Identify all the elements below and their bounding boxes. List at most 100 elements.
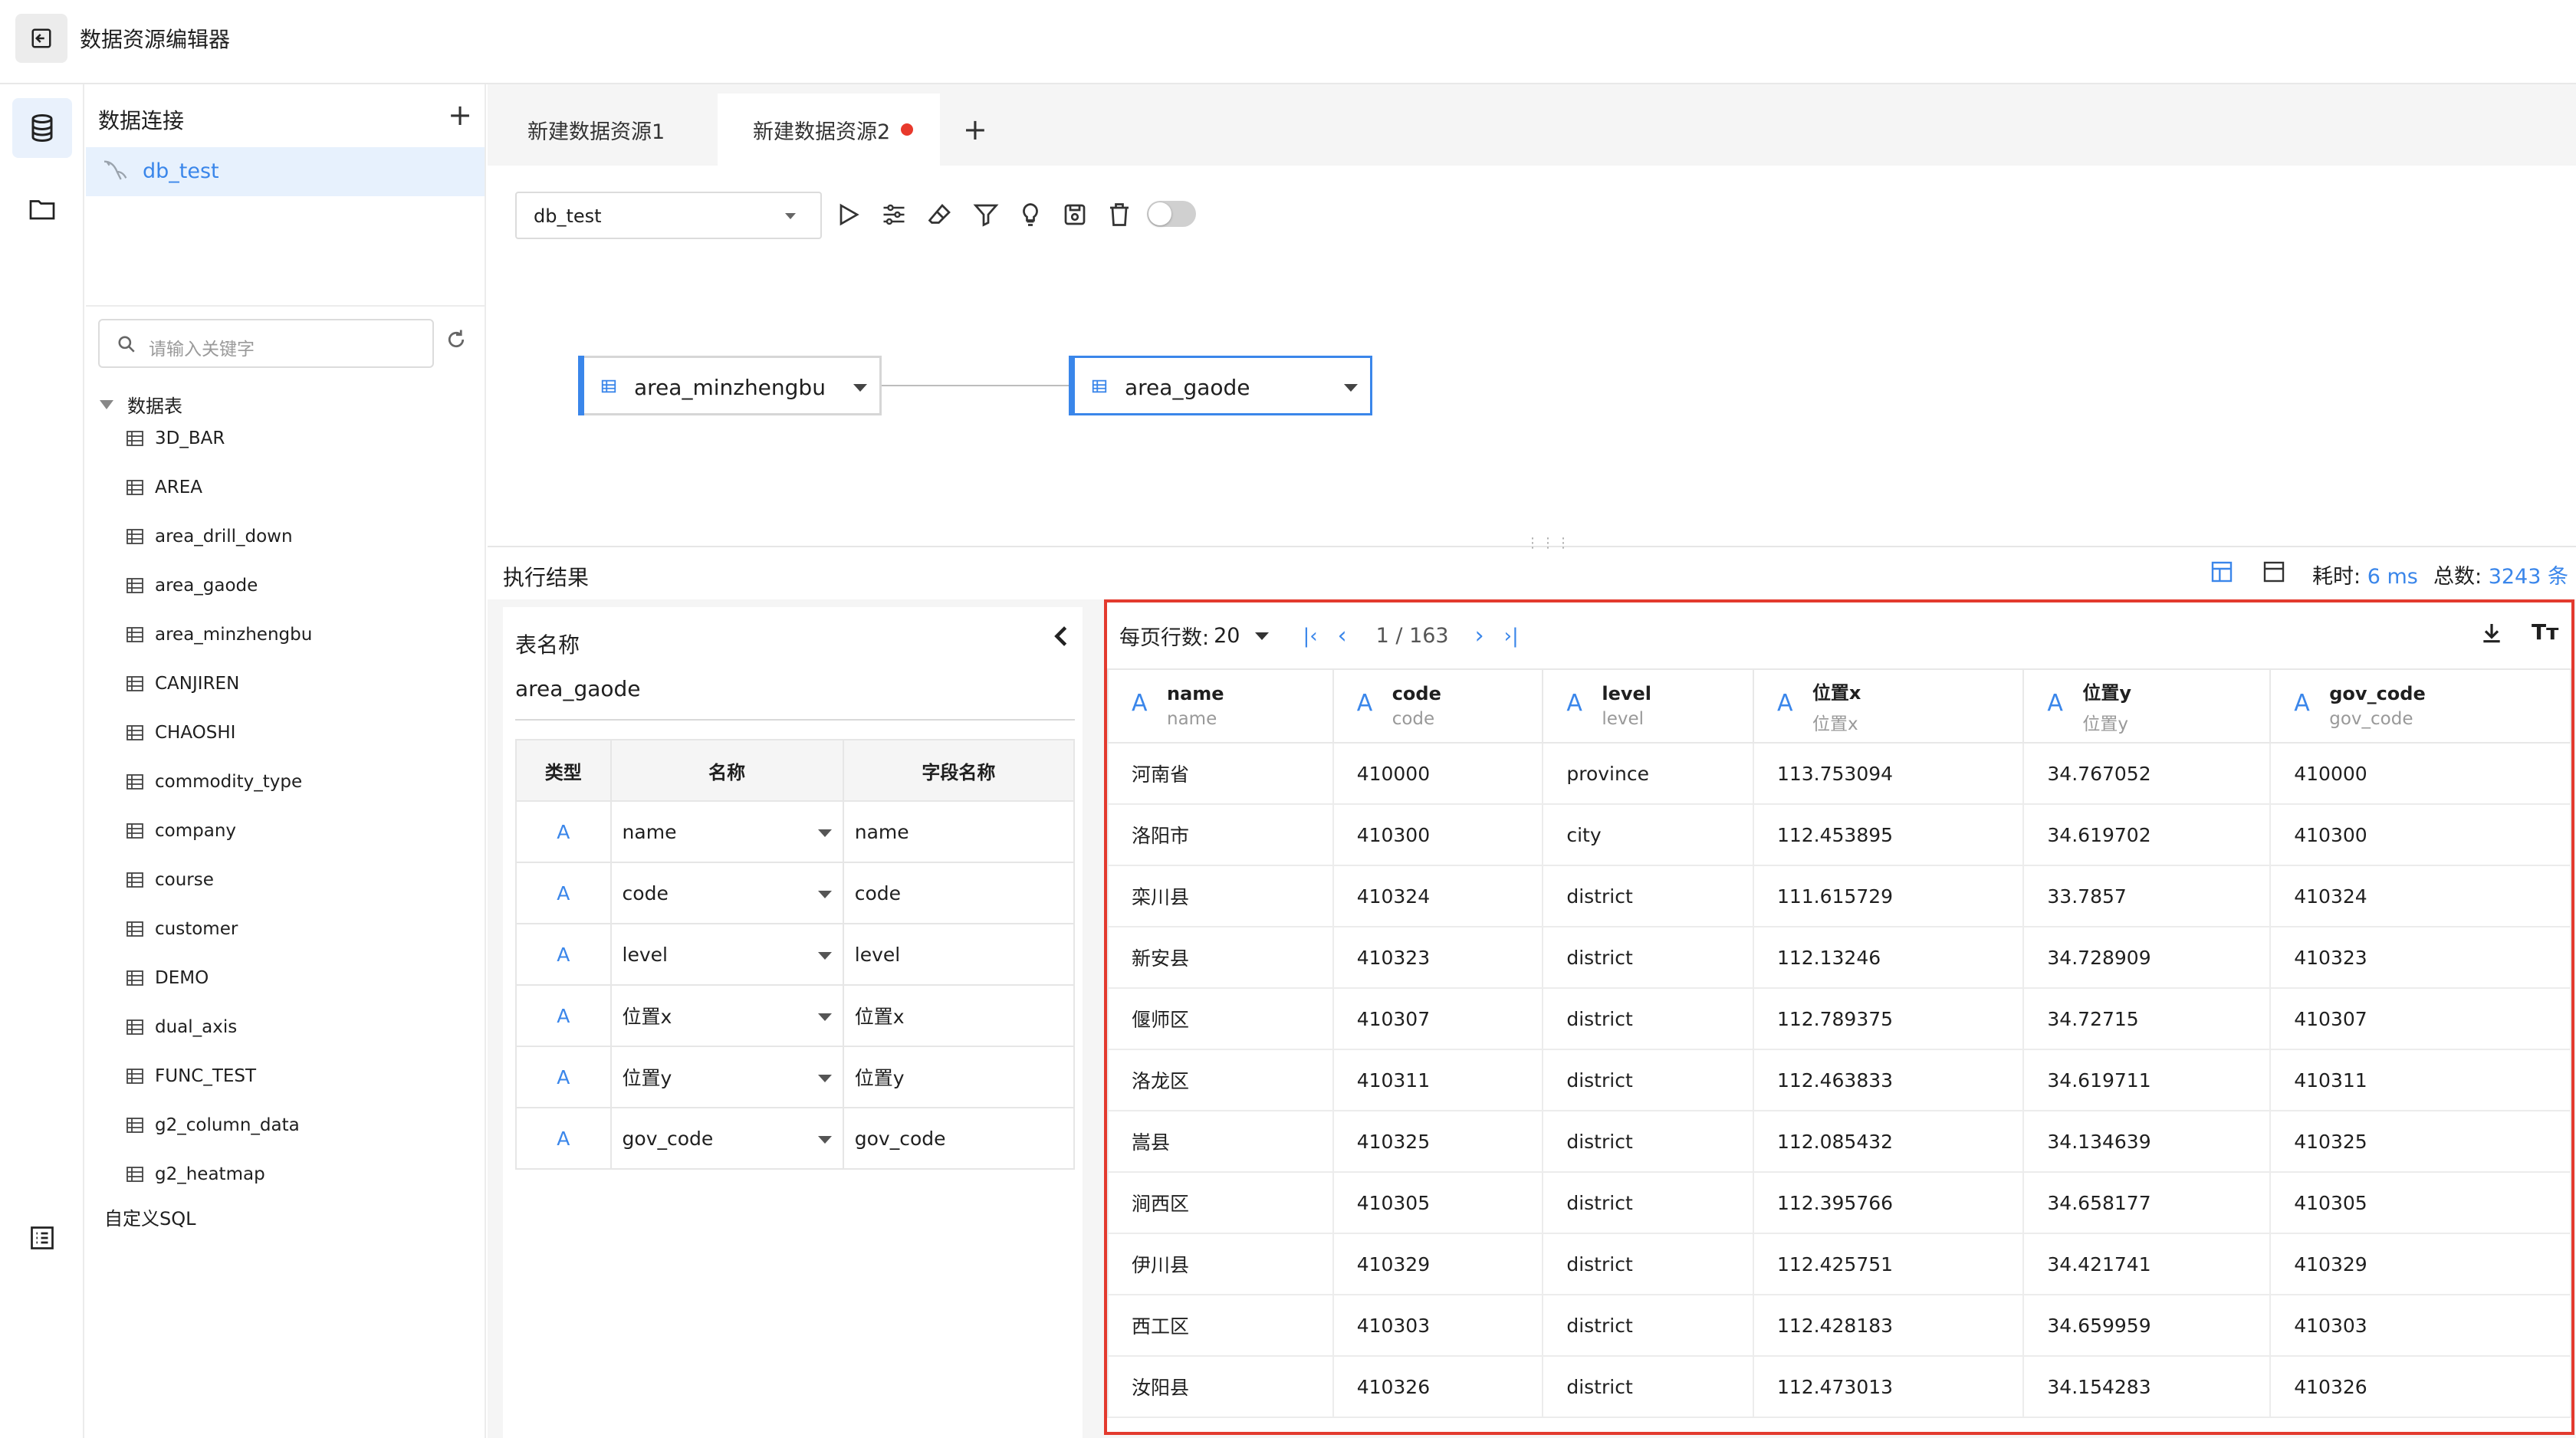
grid-column-header[interactable]: Agov_code gov_code bbox=[2269, 668, 2571, 744]
text-size-icon[interactable]: Tт bbox=[2532, 619, 2558, 645]
collapse-panel-button[interactable] bbox=[1052, 624, 1070, 655]
grid-column-header[interactable]: Aname name bbox=[1107, 668, 1334, 744]
table-icon bbox=[127, 529, 143, 544]
first-page-icon[interactable]: |‹ bbox=[1303, 625, 1317, 648]
search-input[interactable]: 请输入关键字 bbox=[98, 319, 434, 368]
table-name: DEMO bbox=[155, 968, 209, 988]
field-name-select[interactable]: 位置x bbox=[610, 984, 844, 1047]
prev-page-icon[interactable]: ‹ bbox=[1338, 622, 1347, 649]
field-name-select[interactable]: code bbox=[610, 862, 844, 924]
table-cell: 112.395766 bbox=[1752, 1171, 2025, 1234]
save-icon[interactable] bbox=[1061, 201, 1089, 228]
run-icon[interactable] bbox=[834, 201, 862, 228]
grid-column-header[interactable]: A 位置x 位置x bbox=[1752, 668, 2025, 744]
table-cell: 112.425751 bbox=[1752, 1233, 2025, 1295]
flow-node-area-gaode[interactable]: area_gaode bbox=[1069, 356, 1372, 415]
flow-node-area-minzhengbu[interactable]: area_minzhengbu bbox=[578, 356, 882, 415]
table-row[interactable]: 偃师区 410307 district 112.789375 34.72715 41030… bbox=[1107, 987, 2571, 1050]
table-row[interactable]: 汝阳县 410326 district 112.473013 34.154283 4103… bbox=[1107, 1355, 2571, 1418]
table-row[interactable]: 河南省 410000 province 113.753094 34.767052 4100… bbox=[1107, 742, 2571, 805]
table-list-item[interactable]: company bbox=[126, 806, 471, 855]
table-cell: 33.7857 bbox=[2022, 865, 2272, 927]
table-row[interactable]: 洛阳市 410300 city 112.453895 34.619702 410300 bbox=[1107, 803, 2571, 866]
table-row[interactable]: 栾川县 410324 district 111.615729 33.7857 410324 bbox=[1107, 865, 2571, 927]
tab-resource-1[interactable]: 新建数据资源1 bbox=[527, 94, 665, 166]
field-row: A 位置y 位置y bbox=[515, 1046, 1076, 1108]
field-name-select[interactable]: name bbox=[610, 800, 844, 863]
mysql-icon bbox=[104, 160, 127, 180]
table-icon bbox=[127, 774, 143, 790]
folder-nav-button[interactable] bbox=[12, 179, 72, 239]
database-nav-button[interactable] bbox=[12, 98, 72, 158]
table-list-item[interactable]: CANJIREN bbox=[126, 659, 471, 708]
lightbulb-icon[interactable] bbox=[1017, 201, 1044, 228]
table-row[interactable]: 新安县 410323 district 112.13246 34.728909 41032… bbox=[1107, 926, 2571, 989]
table-row[interactable]: 西工区 410303 district 112.428183 34.659959 4103… bbox=[1107, 1294, 2571, 1357]
table-list-item[interactable]: commodity_type bbox=[126, 757, 471, 806]
next-page-icon[interactable]: › bbox=[1475, 622, 1484, 649]
datasource-select[interactable]: db_test bbox=[515, 192, 822, 239]
layout-full-icon[interactable] bbox=[2262, 560, 2286, 584]
table-icon bbox=[127, 1167, 143, 1182]
drag-handle-icon[interactable]: ⋮⋮⋮ bbox=[1526, 535, 1572, 551]
table-row[interactable]: 伊川县 410329 district 112.425751 34.421741 4103… bbox=[1107, 1233, 2571, 1295]
list-nav-button[interactable] bbox=[12, 1208, 72, 1268]
connection-item[interactable]: db_test bbox=[86, 147, 485, 196]
table-list-item[interactable]: CHAOSHI bbox=[126, 708, 471, 757]
table-row[interactable]: 嵩县 410325 district 112.085432 34.134639 41032… bbox=[1107, 1110, 2571, 1173]
unsaved-dot bbox=[901, 123, 914, 136]
settings-sliders-icon[interactable] bbox=[880, 201, 908, 228]
chevron-down-icon bbox=[817, 1075, 832, 1082]
back-button[interactable] bbox=[15, 14, 67, 63]
toggle-switch[interactable] bbox=[1147, 201, 1196, 227]
table-row[interactable]: 洛龙区 410311 district 112.463833 34.619711 4103… bbox=[1107, 1049, 2571, 1111]
field-name-select[interactable]: 位置y bbox=[610, 1046, 844, 1108]
grid-column-header[interactable]: Alevel level bbox=[1542, 668, 1754, 744]
table-list-item[interactable]: AREA bbox=[126, 463, 471, 512]
text-type-icon: A bbox=[1356, 690, 1373, 717]
table-list-item[interactable]: DEMO bbox=[126, 954, 471, 1003]
chevron-down-icon[interactable] bbox=[853, 384, 867, 392]
last-page-icon[interactable]: ›| bbox=[1504, 625, 1519, 648]
field-name-select[interactable]: gov_code bbox=[610, 1107, 844, 1170]
chevron-down-icon bbox=[1255, 632, 1270, 640]
table-list-item[interactable]: FUNC_TEST bbox=[126, 1052, 471, 1101]
table-list-item[interactable]: 3D_BAR bbox=[126, 414, 471, 463]
table-name: FUNC_TEST bbox=[155, 1066, 257, 1086]
page-size-select[interactable]: 20 bbox=[1214, 624, 1270, 648]
table-list-item[interactable]: g2_column_data bbox=[126, 1101, 471, 1150]
back-icon bbox=[31, 28, 51, 48]
results-title: 执行结果 bbox=[503, 565, 590, 590]
field-table: 类型 名称 字段名称 Aname name Acode code Alevel level… bbox=[515, 739, 1076, 1170]
delete-icon[interactable] bbox=[1106, 201, 1133, 228]
table-row[interactable]: 涧西区 410305 district 112.395766 34.658177 4103… bbox=[1107, 1171, 2571, 1234]
table-list-item[interactable]: area_drill_down bbox=[126, 512, 471, 561]
column-title: 位置x bbox=[1812, 681, 1861, 704]
connections-title: 数据连接 bbox=[98, 108, 185, 133]
tab-resource-2[interactable]: 新建数据资源2 bbox=[718, 94, 940, 166]
table-cell: district bbox=[1542, 1233, 1754, 1295]
layout-split-icon[interactable] bbox=[2210, 560, 2234, 584]
table-list-item[interactable]: dual_axis bbox=[126, 1003, 471, 1052]
table-name-value: area_gaode bbox=[515, 676, 641, 701]
table-list-item[interactable]: g2_heatmap bbox=[126, 1150, 471, 1199]
download-icon[interactable] bbox=[2479, 621, 2504, 645]
tab-label: 新建数据资源2 bbox=[753, 120, 891, 144]
field-name-select[interactable]: level bbox=[610, 923, 844, 986]
table-list-item[interactable]: area_gaode bbox=[126, 561, 471, 610]
table-cell: 410307 bbox=[2269, 987, 2571, 1050]
add-connection-button[interactable]: + bbox=[445, 98, 475, 132]
grid-column-header[interactable]: Acode code bbox=[1332, 668, 1544, 744]
table-list-item[interactable]: customer bbox=[126, 904, 471, 954]
table-list-item[interactable]: area_minzhengbu bbox=[126, 610, 471, 659]
data-grid-panel: 每页行数: 20 |‹ ‹ 1 / 163 › ›| Tт Aname name A… bbox=[1104, 599, 2574, 1435]
filter-icon[interactable] bbox=[972, 201, 1000, 228]
eraser-icon[interactable] bbox=[926, 201, 954, 228]
grid-column-header[interactable]: A 位置y 位置y bbox=[2022, 668, 2272, 744]
chevron-down-icon[interactable] bbox=[1344, 384, 1358, 392]
refresh-button[interactable] bbox=[445, 328, 475, 359]
table-list-item[interactable]: course bbox=[126, 855, 471, 904]
custom-sql-item[interactable]: 自定义SQL bbox=[104, 1203, 196, 1230]
table-cell: 34.619702 bbox=[2022, 803, 2272, 866]
add-tab-button[interactable]: + bbox=[963, 94, 987, 166]
